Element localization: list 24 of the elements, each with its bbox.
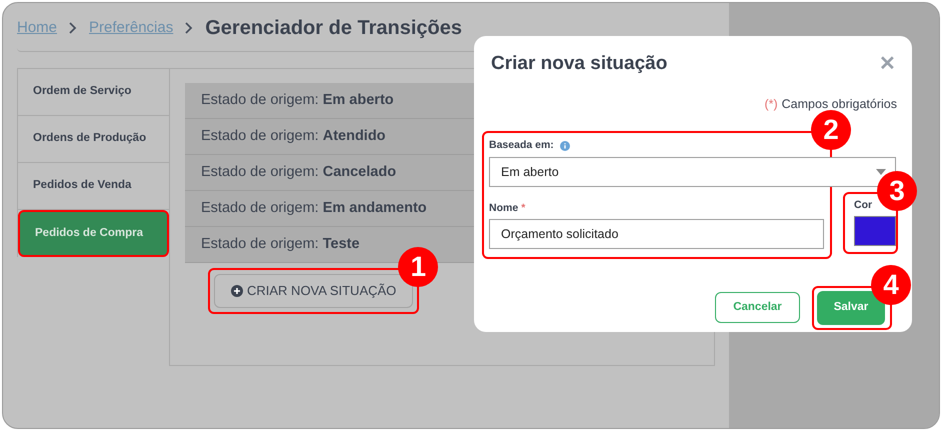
save-button[interactable]: Salvar — [817, 290, 885, 325]
info-icon — [560, 141, 570, 152]
color-swatch[interactable] — [854, 216, 896, 246]
sidebar-item[interactable]: Pedidos de Compra — [18, 210, 169, 257]
step-number-badge: 1 — [398, 247, 438, 287]
step-number-badge: 2 — [811, 110, 851, 150]
close-button[interactable]: ✕ — [879, 54, 896, 74]
modal-title: Criar nova situação — [491, 52, 668, 76]
name-field[interactable]: Orçamento solicitado — [489, 218, 824, 249]
dropdown-caret-icon — [876, 169, 886, 175]
sidebar-item[interactable]: Ordem de Serviço — [18, 69, 169, 116]
sidebar-item[interactable]: Ordens de Produção — [18, 116, 169, 163]
plus-circle-icon — [231, 285, 243, 297]
required-note: Campos obrigatórios — [782, 96, 897, 113]
step-number-badge: 4 — [871, 264, 911, 305]
field-label: Baseada em: — [489, 138, 554, 154]
page-title: Gerenciador de Transições — [205, 16, 462, 41]
cancel-button[interactable]: Cancelar — [715, 292, 800, 324]
chevron-icon — [69, 22, 78, 34]
required-mark: (*) — [764, 96, 778, 113]
chevron-icon — [185, 22, 194, 34]
field-label: Nome — [489, 201, 518, 216]
field-label: Cor — [854, 198, 874, 214]
required-mark: * — [521, 201, 526, 216]
